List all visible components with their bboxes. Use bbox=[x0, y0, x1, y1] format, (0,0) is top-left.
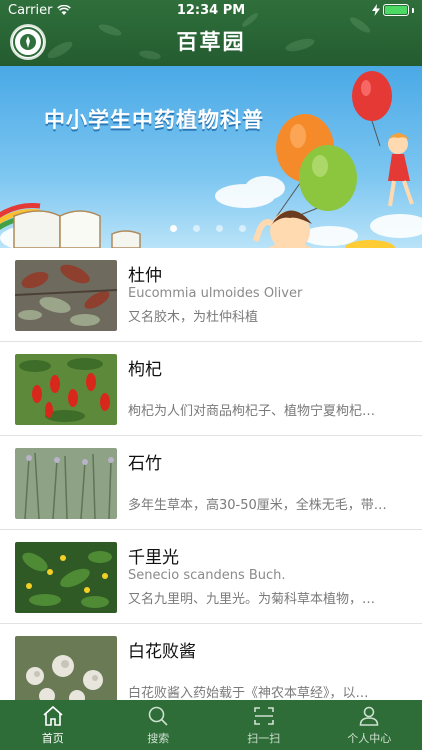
plant-name: 枸杞 bbox=[128, 360, 162, 380]
tab-home[interactable]: 首页 bbox=[0, 700, 106, 750]
plant-name: 白花败酱 bbox=[128, 642, 196, 662]
search-icon bbox=[148, 706, 168, 726]
tab-scan[interactable]: 扫一扫 bbox=[211, 700, 317, 750]
tab-label: 个人中心 bbox=[347, 732, 392, 745]
scan-icon bbox=[253, 707, 274, 725]
plant-name: 千里光 bbox=[128, 548, 179, 568]
plant-thumbnail bbox=[15, 354, 117, 425]
list-item-qianliguang[interactable]: 千里光 Senecio scandens Buch. 又名九里明、九里光。为菊科… bbox=[0, 530, 422, 624]
plant-description: 又名胶木，为杜仲科植 bbox=[128, 310, 259, 325]
plant-list[interactable]: 杜仲 Eucommia ulmoides Oliver 又名胶木，为杜仲科植 枸… bbox=[0, 248, 422, 700]
list-item-gouqi[interactable]: 枸杞 枸杞为人们对商品枸杞子、植物宁夏枸杞… bbox=[0, 342, 422, 436]
person-icon bbox=[359, 706, 379, 726]
list-item-baihuabaijiang[interactable]: 白花败酱 白花败酱入药始载于《神农本草经》，以… bbox=[0, 624, 422, 700]
charging-icon bbox=[372, 4, 380, 16]
banner-carousel[interactable]: 中小学生中药植物科普 bbox=[0, 66, 422, 248]
plant-description: 白花败酱入药始载于《神农本草经》，以… bbox=[128, 686, 369, 700]
plant-thumbnail bbox=[15, 636, 117, 700]
banner-headline: 中小学生中药植物科普 bbox=[44, 108, 264, 132]
status-time: 12:34 PM bbox=[176, 3, 246, 18]
app-header: Carrier 12:34 PM 百草园 bbox=[0, 0, 422, 66]
tab-profile[interactable]: 个人中心 bbox=[317, 700, 422, 750]
tab-search[interactable]: 搜索 bbox=[106, 700, 212, 750]
carousel-dot[interactable] bbox=[170, 225, 177, 232]
list-item-shizhu[interactable]: 石竹 多年生草本，高30-50厘米，全株无毛，带… bbox=[0, 436, 422, 530]
banner-illustration bbox=[0, 71, 422, 248]
plant-thumbnail bbox=[15, 260, 117, 331]
carousel-dot[interactable] bbox=[216, 225, 223, 232]
battery-icon bbox=[383, 4, 409, 16]
plant-description: 多年生草本，高30-50厘米，全株无毛，带… bbox=[128, 498, 387, 513]
tab-label: 首页 bbox=[41, 732, 64, 745]
tab-label: 扫一扫 bbox=[247, 732, 281, 745]
carousel-page-indicator[interactable] bbox=[170, 225, 246, 232]
status-bar: Carrier 12:34 PM bbox=[0, 0, 422, 22]
plant-description: 又名九里明、九里光。为菊科草本植物，… bbox=[128, 592, 376, 607]
plant-latin-name: Eucommia ulmoides Oliver bbox=[128, 286, 303, 301]
plant-description: 枸杞为人们对商品枸杞子、植物宁夏枸杞… bbox=[128, 404, 376, 419]
carousel-dot[interactable] bbox=[239, 225, 246, 232]
page-title: 百草园 bbox=[176, 30, 246, 54]
tab-bar: 首页 搜索 扫一扫 个人中心 bbox=[0, 700, 422, 750]
list-item-duzhong[interactable]: 杜仲 Eucommia ulmoides Oliver 又名胶木，为杜仲科植 bbox=[0, 248, 422, 342]
tab-label: 搜索 bbox=[147, 732, 170, 745]
plant-name: 杜仲 bbox=[128, 266, 162, 286]
plant-thumbnail bbox=[15, 448, 117, 519]
carousel-dot[interactable] bbox=[193, 225, 200, 232]
home-icon bbox=[43, 705, 63, 726]
plant-latin-name: Senecio scandens Buch. bbox=[128, 568, 286, 583]
plant-name: 石竹 bbox=[128, 454, 162, 474]
plant-thumbnail bbox=[15, 542, 117, 613]
